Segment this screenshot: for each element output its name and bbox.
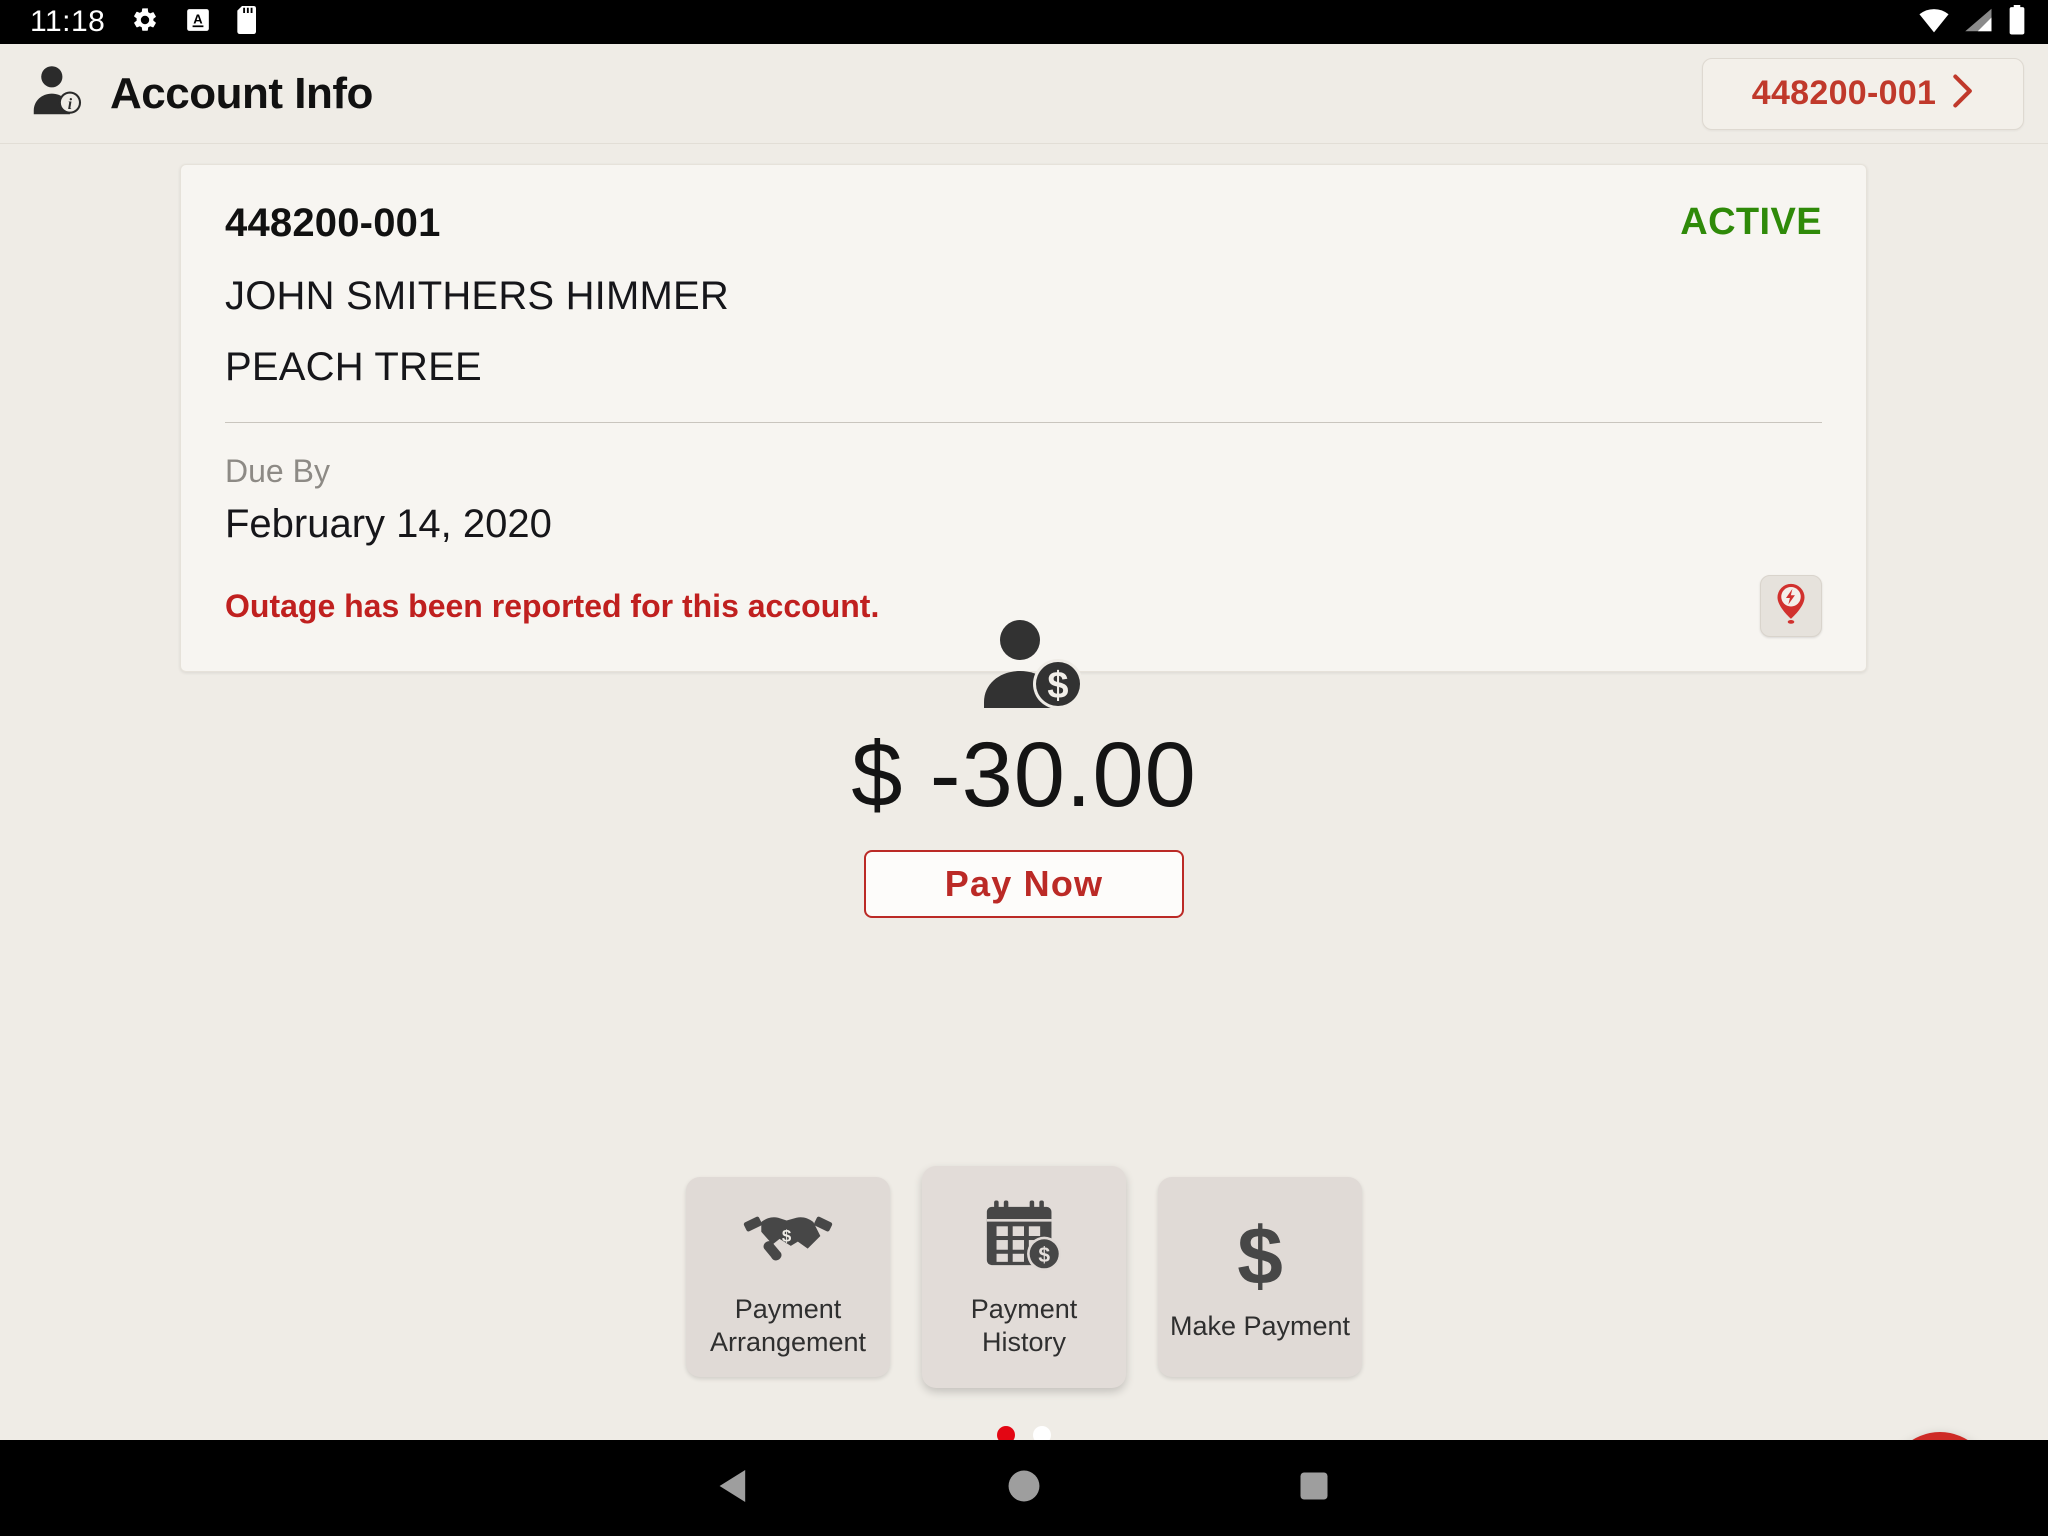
card-divider [225, 422, 1822, 423]
status-time: 11:18 [30, 5, 106, 38]
svg-text:$: $ [1237, 1212, 1283, 1294]
svg-text:A: A [194, 11, 204, 26]
battery-icon [2008, 4, 2026, 40]
nav-recents-button[interactable] [1214, 1440, 1414, 1536]
service-address: PEACH TREE [225, 345, 482, 389]
svg-text:$: $ [1047, 665, 1068, 707]
tile-make-payment[interactable]: $ Make Payment [1158, 1177, 1362, 1377]
balance-block: $ $ -30.00 Pay Now [0, 614, 2048, 918]
tile-payment-history[interactable]: $ Payment History [922, 1166, 1126, 1388]
status-badge: ACTIVE [1680, 201, 1822, 243]
nav-home-button[interactable] [924, 1440, 1124, 1536]
page-dot-1[interactable] [997, 1426, 1015, 1440]
sd-card-icon [237, 5, 261, 39]
recents-icon [1299, 1471, 1329, 1506]
status-bar-right [1918, 4, 2026, 40]
cellular-signal-icon [1964, 7, 1994, 38]
dollar-sign-icon: $ [1229, 1212, 1291, 1294]
tile-label-payment-arrangement: Payment Arrangement [709, 1294, 867, 1357]
calendar-dollar-icon: $ [982, 1195, 1066, 1277]
tile-label-make-payment: Make Payment [1169, 1310, 1351, 1341]
home-icon [1007, 1469, 1041, 1508]
page-indicator[interactable] [0, 1426, 2048, 1440]
tile-payment-arrangement[interactable]: $ Payment Arrangement [686, 1177, 890, 1377]
account-selector-button[interactable]: 448200-001 [1702, 57, 2024, 130]
app-root: 11:18 A i Account Info 448200-001 448200… [0, 0, 2048, 1536]
status-bar: 11:18 A [0, 0, 2048, 44]
chevron-right-icon [1952, 74, 1974, 113]
pay-now-button[interactable]: Pay Now [864, 850, 1184, 918]
status-bar-left: 11:18 A [30, 5, 261, 39]
main-content: 448200-001 ACTIVE JOHN SMITHERS HIMMER P… [0, 144, 2048, 1440]
svg-text:$: $ [782, 1227, 792, 1246]
due-by-label: Due By [225, 453, 330, 489]
due-by-value: February 14, 2020 [225, 502, 552, 546]
app-header: i Account Info 448200-001 [0, 44, 2048, 144]
account-number: 448200-001 [225, 201, 441, 245]
tile-label-payment-history: Payment History [970, 1294, 1078, 1357]
header-left: i Account Info [26, 60, 373, 127]
back-icon [718, 1468, 750, 1509]
account-info-icon: i [26, 60, 88, 127]
wifi-icon [1918, 7, 1950, 38]
page-dot-2[interactable] [1033, 1426, 1051, 1440]
balance-amount: $ -30.00 [851, 724, 1197, 826]
svg-text:i: i [68, 96, 73, 113]
gear-icon [131, 6, 159, 39]
customer-name: JOHN SMITHERS HIMMER [225, 274, 729, 318]
page-title: Account Info [110, 68, 373, 118]
account-card-header-row: 448200-001 ACTIVE [225, 201, 1822, 246]
svg-text:$: $ [1038, 1244, 1050, 1267]
auto-text-icon: A [185, 7, 211, 38]
android-nav-bar [0, 1440, 2048, 1536]
account-card[interactable]: 448200-001 ACTIVE JOHN SMITHERS HIMMER P… [180, 164, 1867, 672]
quick-action-tiles: $ Payment Arrangement $ Payment History … [0, 1166, 2048, 1388]
pay-now-label: Pay Now [944, 863, 1104, 904]
handshake-dollar-icon: $ [743, 1195, 833, 1277]
person-dollar-icon: $ [976, 614, 1088, 715]
nav-back-button[interactable] [634, 1440, 834, 1536]
account-selector-label: 448200-001 [1751, 74, 1937, 112]
